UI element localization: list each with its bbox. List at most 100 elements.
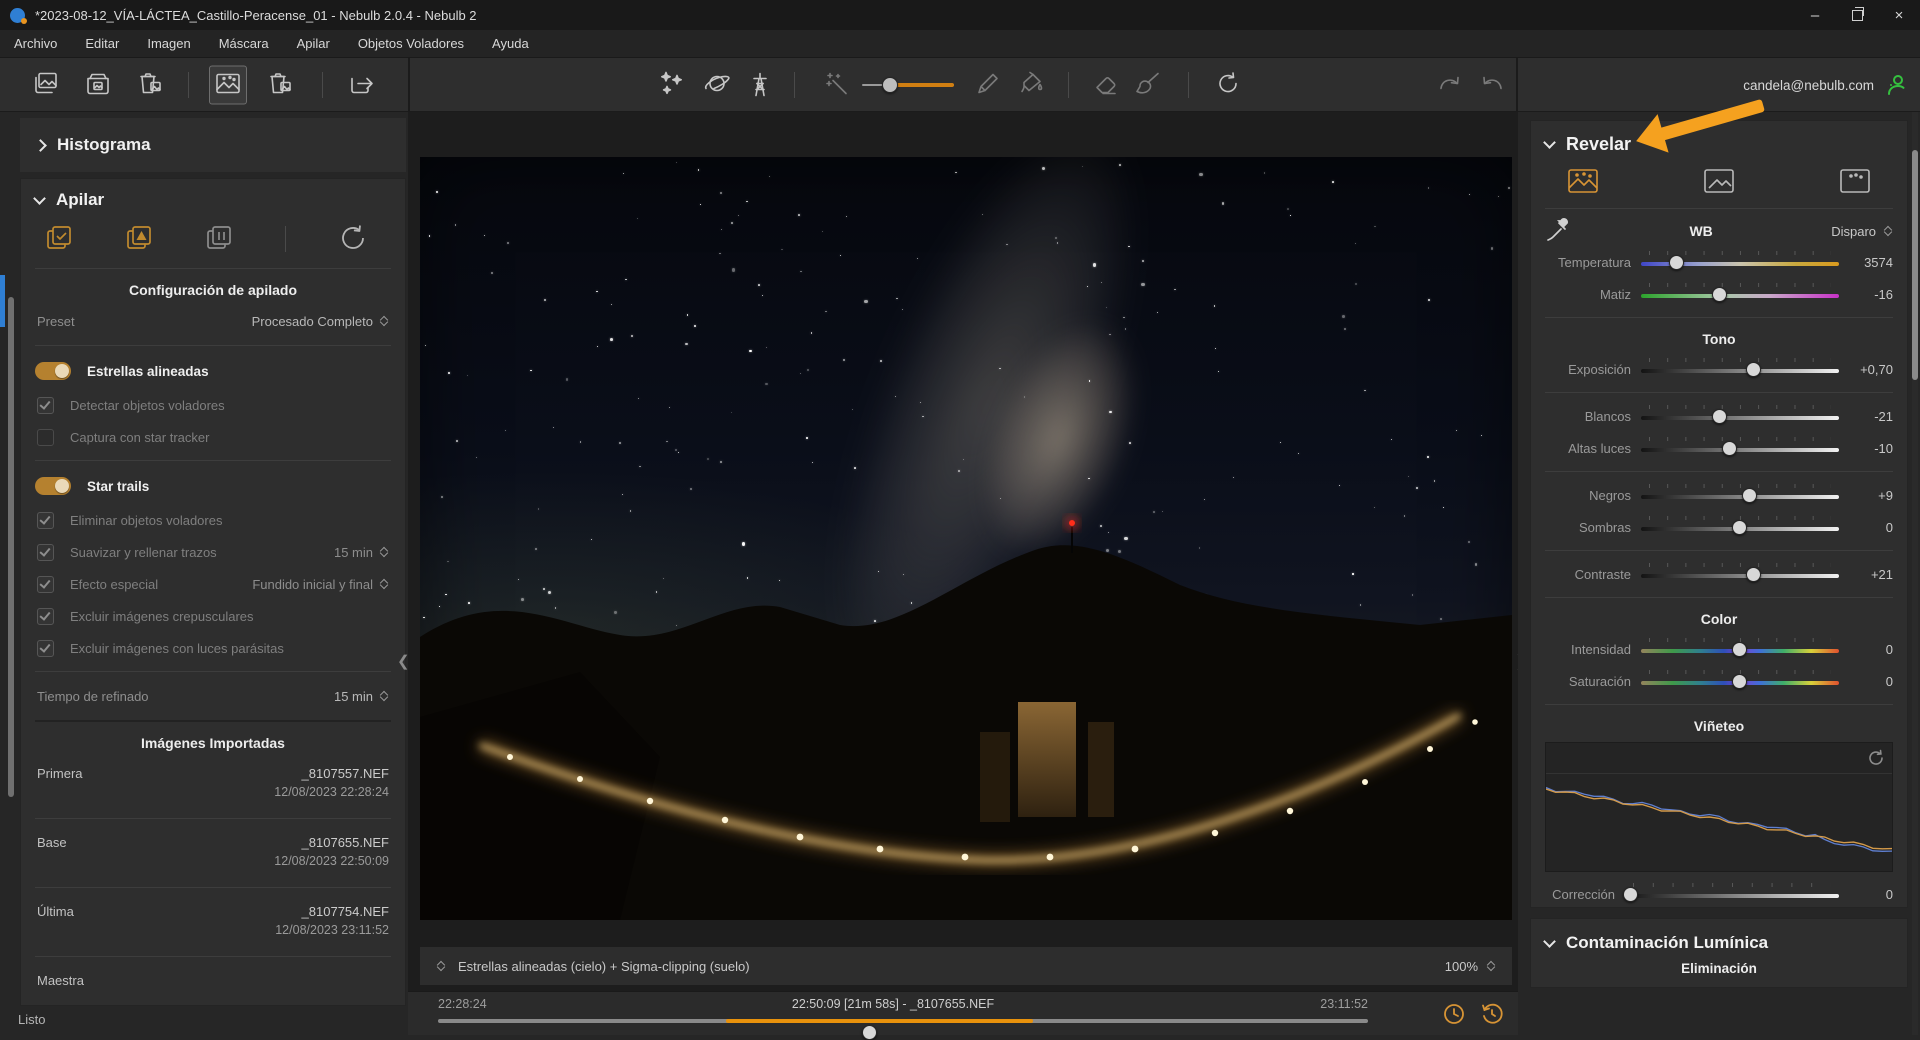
slider-thumb[interactable] [1668, 255, 1684, 270]
stack-reset-icon[interactable] [338, 223, 368, 256]
view-mode-text[interactable]: Estrellas alineadas (cielo) + Sigma-clip… [458, 959, 750, 974]
slider-thumb[interactable] [1623, 887, 1639, 902]
right-scrollbar-thumb[interactable] [1912, 150, 1918, 380]
develop-header[interactable]: Revelar [1531, 121, 1907, 163]
star-trails-toggle[interactable] [35, 477, 71, 495]
exposure-slider[interactable] [1641, 369, 1839, 373]
left-panel-scrollbar[interactable] [8, 297, 14, 797]
slider-row-contraste: Contraste +21 [1531, 558, 1907, 590]
timeline-thumb[interactable] [862, 1025, 878, 1040]
menu-item-objetos-voladores[interactable]: Objetos Voladores [358, 36, 464, 51]
vignette-correction-slider[interactable] [1625, 894, 1839, 898]
exclude-stray-light-checkbox[interactable] [37, 639, 54, 657]
photo-canvas[interactable] [420, 157, 1512, 920]
vignette-refresh-icon[interactable] [1867, 749, 1885, 767]
exclude-twilight-checkbox[interactable] [37, 607, 54, 625]
highlights-slider[interactable] [1641, 448, 1839, 452]
smooth-trails-checkbox[interactable] [37, 543, 54, 561]
slider-thumb[interactable] [1712, 287, 1728, 302]
slider-thumb[interactable] [1741, 488, 1757, 503]
collapse-left-panel-chevron[interactable]: ❮ [397, 652, 410, 670]
aligned-stars-toggle[interactable] [35, 362, 71, 380]
imported-images-title: Imágenes Importadas [141, 735, 285, 751]
timeline-track[interactable] [438, 1019, 1368, 1040]
special-effect-dropdown[interactable]: Fundido inicial y final [252, 577, 389, 592]
tone-title: Tono [1702, 331, 1736, 347]
stack-aligned-mode-icon[interactable] [45, 224, 73, 255]
menu-item-ayuda[interactable]: Ayuda [492, 36, 529, 51]
star-tracker-checkbox[interactable] [37, 428, 54, 446]
contrast-slider[interactable] [1641, 574, 1839, 578]
slider-thumb[interactable] [1745, 567, 1761, 582]
magic-wand-icon[interactable] [823, 70, 849, 99]
stack-trails-mode-icon[interactable] [125, 224, 153, 255]
minimize-button[interactable]: – [1794, 0, 1836, 30]
account-email[interactable]: candela@nebulb.com [1743, 58, 1874, 112]
planet-icon[interactable] [702, 70, 732, 99]
close-button[interactable]: × [1878, 0, 1920, 30]
refine-time-dropdown[interactable]: 15 min [334, 689, 389, 704]
photo-stack-icon[interactable] [33, 70, 59, 99]
histogram-header[interactable]: Histograma [20, 118, 406, 172]
left-panel: Histograma Apilar Configuración de apila… [0, 112, 408, 1035]
broom-icon[interactable] [1134, 70, 1162, 99]
menu-item-editar[interactable]: Editar [85, 36, 119, 51]
slider-row-saturacion: Saturación 0 [1531, 665, 1907, 697]
tab-frame-icon[interactable] [1839, 168, 1871, 197]
remove-flying-objects-checkbox[interactable] [37, 511, 54, 529]
light-pollution-header[interactable]: Contaminación Lumínica [1531, 919, 1907, 961]
blacks-slider[interactable] [1641, 495, 1839, 499]
detect-flying-objects-checkbox[interactable] [37, 396, 54, 414]
tab-night-image-icon[interactable] [1567, 168, 1599, 197]
tab-image-icon[interactable] [1703, 168, 1735, 197]
user-icon[interactable] [1884, 73, 1908, 100]
right-scrollbar[interactable] [1912, 112, 1918, 1035]
slider-thumb[interactable] [1722, 441, 1738, 456]
import-images-icon[interactable] [85, 70, 111, 99]
clock-icon[interactable] [1442, 1002, 1466, 1029]
image-view-button[interactable] [209, 65, 247, 104]
image-row-base[interactable]: Base _8107655.NEF 12/08/2023 22:50:09 [21, 826, 405, 880]
smooth-trails-dropdown[interactable]: 15 min [334, 545, 389, 560]
zoom-control[interactable]: 100% [1445, 959, 1496, 974]
stack-header[interactable]: Apilar [21, 179, 405, 217]
stack-paused-mode-icon[interactable] [205, 224, 233, 255]
image-row-primera[interactable]: Primera _8107557.NEF 12/08/2023 22:28:24 [21, 757, 405, 811]
discard-images-icon[interactable] [137, 70, 163, 99]
menu-item-apilar[interactable]: Apilar [297, 36, 330, 51]
maximize-button[interactable] [1836, 0, 1878, 30]
tint-slider[interactable] [1641, 294, 1839, 298]
slider-row-temperatura: Temperatura 3574 [1531, 246, 1907, 278]
antenna-icon[interactable] [747, 69, 773, 100]
slider-thumb[interactable] [1745, 362, 1761, 377]
redo-icon[interactable] [1437, 72, 1463, 97]
slider-thumb[interactable] [1732, 674, 1747, 689]
pencil-icon[interactable] [975, 70, 1001, 99]
stars-icon[interactable] [658, 69, 686, 100]
discard-image-icon[interactable] [267, 70, 293, 99]
special-effect-checkbox[interactable] [37, 575, 54, 593]
slider-thumb[interactable] [1712, 409, 1728, 424]
menu-item-archivo[interactable]: Archivo [14, 36, 57, 51]
wb-mode-dropdown[interactable]: Disparo [1831, 224, 1893, 239]
paint-bucket-icon[interactable] [1018, 70, 1046, 99]
mode-spinner-icon[interactable] [436, 959, 446, 973]
refresh-icon[interactable] [1215, 70, 1241, 99]
slider-thumb[interactable] [1732, 520, 1747, 535]
slider-thumb[interactable] [1732, 642, 1747, 657]
undo-icon[interactable] [1479, 72, 1505, 97]
menu-item-imagen[interactable]: Imagen [147, 36, 190, 51]
eyedropper-icon[interactable] [1545, 217, 1571, 246]
export-icon[interactable] [348, 70, 376, 99]
slider-row-negros: Negros +9 [1531, 479, 1907, 511]
brush-size-slider[interactable] [862, 77, 954, 93]
aligned-stars-label: Estrellas alineadas [87, 363, 209, 379]
preset-dropdown[interactable]: Procesado Completo [252, 314, 389, 329]
image-row-maestra[interactable]: Maestra [21, 964, 405, 998]
menu-item-mascara[interactable]: Máscara [219, 36, 269, 51]
brush-slider-thumb[interactable] [881, 77, 898, 93]
eraser-icon[interactable] [1093, 71, 1119, 98]
image-row-ultima[interactable]: Última _8107754.NEF 12/08/2023 23:11:52 [21, 895, 405, 949]
whites-slider[interactable] [1641, 416, 1839, 420]
history-clock-icon[interactable] [1480, 1002, 1504, 1029]
